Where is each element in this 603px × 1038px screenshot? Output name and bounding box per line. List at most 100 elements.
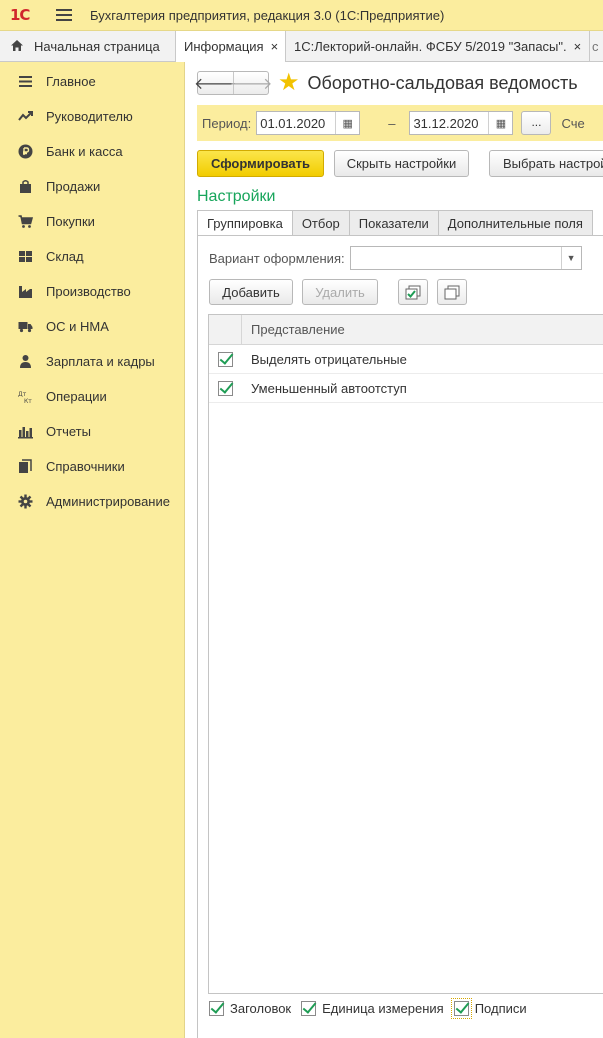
settings-title: Настройки: [197, 188, 276, 205]
sidebar-item-bank[interactable]: Банк и касса: [0, 134, 184, 169]
unit-option[interactable]: Единица измерения: [301, 1001, 444, 1016]
close-icon[interactable]: ×: [574, 39, 582, 54]
row-checkbox-cell: [209, 351, 242, 367]
sidebar-item-purchases[interactable]: Покупки: [0, 204, 184, 239]
tab-info[interactable]: Информация ×: [176, 31, 286, 62]
account-label: Сче: [561, 115, 585, 131]
uncheck-all-icon[interactable]: [437, 279, 467, 305]
delete-button[interactable]: Удалить: [302, 279, 378, 305]
dropdown-arrow-icon[interactable]: ▼: [560, 247, 581, 269]
row-checkbox[interactable]: [218, 351, 233, 367]
row-checkbox[interactable]: [218, 380, 233, 396]
sidebar-item-sales[interactable]: Продажи: [0, 169, 184, 204]
variant-select[interactable]: ▼: [349, 246, 582, 270]
person-icon: [16, 354, 34, 370]
sidebar-item-label: Отчеты: [46, 424, 91, 439]
sidebar-item-label: Склад: [46, 249, 84, 264]
command-bar: Сформировать Скрыть настройки Выбрать на…: [197, 150, 603, 177]
header-checkbox[interactable]: [209, 1001, 224, 1016]
sidebar-item-label: Справочники: [46, 459, 125, 474]
sidebar-item-salary[interactable]: Зарплата и кадры: [0, 344, 184, 379]
add-button[interactable]: Добавить: [209, 279, 293, 305]
table-row[interactable]: Уменьшенный автоотступ: [209, 374, 603, 403]
sidebar-item-main[interactable]: Главное: [0, 64, 184, 99]
period-select-button[interactable]: ...: [521, 111, 552, 135]
bar-chart-icon: [16, 424, 34, 440]
signatures-option-label: Подписи: [474, 1001, 527, 1016]
truck-icon: [16, 319, 34, 335]
calendar-icon[interactable]: ▦: [335, 112, 359, 134]
sidebar-item-manager[interactable]: Руководителю: [0, 99, 184, 134]
title-bar: 1С Бухгалтерия предприятия, редакция 3.0…: [0, 0, 603, 31]
tab-more[interactable]: с: [590, 31, 603, 62]
hide-settings-button[interactable]: Скрыть настройки: [334, 150, 469, 177]
report-form: 🡐 🡒 ★ Оборотно-сальдовая ведомость Перио…: [186, 62, 603, 1038]
gear-icon: [16, 494, 34, 510]
header-option-label: Заголовок: [230, 1001, 292, 1016]
sidebar-item-directories[interactable]: Справочники: [0, 449, 184, 484]
sidebar: Главное Руководителю Банк и касса Продаж…: [0, 62, 185, 1038]
signatures-checkbox[interactable]: [450, 998, 472, 1019]
tab-home[interactable]: Начальная страница: [0, 31, 176, 62]
output-options: Заголовок Единица измерения Подписи: [209, 998, 537, 1019]
tab-info-label: Информация: [184, 39, 264, 54]
back-arrow-icon[interactable]: 🡐: [194, 72, 237, 94]
forward-arrow-icon[interactable]: 🡒: [230, 72, 272, 94]
tab-extra-fields[interactable]: Дополнительные поля: [437, 210, 593, 236]
favorite-star-icon[interactable]: ★: [278, 71, 300, 95]
home-icon: [10, 39, 24, 55]
history-nav: 🡐 🡒: [194, 71, 272, 95]
page-title: Оборотно-сальдовая ведомость: [307, 72, 578, 93]
sidebar-item-assets[interactable]: ОС и НМА: [0, 309, 184, 344]
sidebar-item-label: Банк и касса: [46, 144, 123, 159]
sidebar-item-production[interactable]: Производство: [0, 274, 184, 309]
column-header[interactable]: Представление: [242, 315, 345, 344]
close-icon[interactable]: ×: [271, 39, 279, 54]
factory-icon: [16, 284, 34, 300]
table-header: Представление: [209, 315, 603, 345]
period-label: Период:: [202, 115, 252, 131]
period-bar: Период: 01.01.2020 ▦ – 31.12.2020 ▦ ... …: [197, 105, 603, 141]
dt-kt-icon: Дт Кт: [16, 389, 34, 405]
tab-grouping[interactable]: Группировка: [197, 210, 292, 236]
sidebar-item-admin[interactable]: Администрирование: [0, 484, 184, 519]
date-to-field[interactable]: 31.12.2020 ▦: [409, 111, 514, 135]
unit-checkbox[interactable]: [301, 1001, 317, 1016]
appearance-table: Представление Выделять отрицательные Уме…: [208, 314, 603, 994]
row-label: Выделять отрицательные: [251, 351, 407, 367]
generate-button[interactable]: Сформировать: [197, 150, 324, 177]
calendar-icon[interactable]: ▦: [488, 112, 512, 134]
table-row[interactable]: Выделять отрицательные: [209, 345, 603, 374]
trend-icon: [16, 109, 34, 125]
list-icon: [16, 74, 34, 90]
main-menu-icon[interactable]: [56, 9, 72, 21]
tab-lectory[interactable]: 1С:Лекторий-онлайн. ФСБУ 5/2019 "Запасы"…: [286, 31, 590, 62]
cart-icon: [16, 214, 34, 230]
app-logo: 1С: [10, 6, 30, 24]
settings-tabs: Группировка Отбор Показатели Дополнитель…: [197, 210, 603, 236]
sidebar-item-operations[interactable]: Дт Кт Операции: [0, 379, 184, 414]
date-from-value: 01.01.2020: [260, 115, 326, 131]
signatures-option[interactable]: Подписи: [450, 998, 527, 1019]
variant-row: Вариант оформления: ▼: [209, 246, 582, 270]
header-option[interactable]: Заголовок: [209, 1001, 291, 1016]
check-all-icon[interactable]: [398, 279, 428, 305]
sidebar-item-warehouse[interactable]: Склад: [0, 239, 184, 274]
svg-text:Кт: Кт: [24, 398, 32, 404]
sidebar-item-reports[interactable]: Отчеты: [0, 414, 184, 449]
sidebar-item-label: Администрирование: [46, 494, 170, 509]
tab-indicators[interactable]: Показатели: [348, 210, 438, 236]
date-from-field[interactable]: 01.01.2020 ▦: [256, 111, 361, 135]
date-to-value: 31.12.2020: [413, 115, 479, 131]
period-dash: –: [388, 115, 396, 131]
window-tabs: Начальная страница Информация × 1С:Лекто…: [0, 31, 603, 62]
sidebar-item-label: Продажи: [46, 179, 101, 194]
books-icon: [16, 459, 34, 475]
form-header: 🡐 🡒 ★ Оборотно-сальдовая ведомость: [194, 71, 578, 95]
choose-settings-button[interactable]: Выбрать настройки: [489, 150, 603, 177]
row-label: Уменьшенный автоотступ: [251, 380, 407, 396]
checkbox-column-header: [209, 315, 242, 344]
warehouse-icon: [16, 249, 34, 265]
tab-lectory-label: 1С:Лекторий-онлайн. ФСБУ 5/2019 "Запасы"…: [294, 39, 567, 54]
tab-filter[interactable]: Отбор: [291, 210, 349, 236]
